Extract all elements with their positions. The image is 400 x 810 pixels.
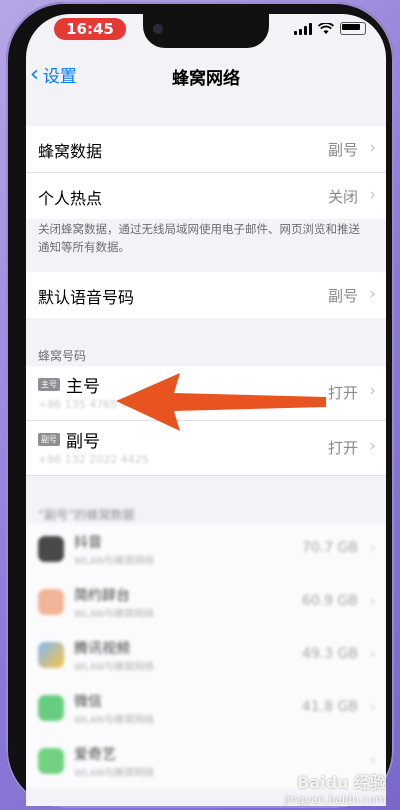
row-personal-hotspot[interactable]: 个人热点 关闭 › — [26, 173, 386, 219]
app-name: 爱奇艺 — [74, 747, 116, 763]
battery-icon — [340, 22, 366, 35]
row-label: 默认语音号码 — [38, 288, 135, 307]
nav-bar: ‹ 设置 蜂窝网络 — [26, 52, 386, 96]
app-subtitle: WLAN与蜂窝网络 — [74, 556, 155, 567]
annotation-arrow-icon — [116, 373, 326, 431]
chevron-right-icon: › — [369, 381, 376, 401]
sim-badge: 主号 — [38, 378, 60, 391]
signal-icon — [294, 22, 312, 35]
chevron-right-icon: › — [369, 436, 376, 456]
app-row[interactable]: 微信 WLAN与蜂窝网络 41.8 GB › — [26, 683, 386, 736]
app-usage: 70.7 GB — [301, 540, 358, 556]
chevron-right-icon: › — [369, 185, 376, 205]
chevron-right-icon: › — [369, 138, 376, 158]
app-icon — [38, 748, 64, 774]
sims-header: 蜂窝号码 — [38, 349, 87, 363]
wifi-icon — [318, 22, 334, 34]
app-row[interactable]: 腾讯视频 WLAN与蜂窝网络 49.3 GB › — [26, 630, 386, 683]
row-default-voice[interactable]: 默认语音号码 副号 › — [26, 272, 386, 318]
app-usage: 60.9 GB — [301, 593, 358, 609]
app-name: 微信 — [74, 694, 102, 710]
row-label: 个人热点 — [38, 189, 103, 208]
app-icon — [38, 536, 64, 562]
app-name: 简约辞台 — [74, 588, 130, 604]
row-value: 副号 — [327, 287, 358, 305]
chevron-right-icon: › — [369, 538, 376, 557]
notch — [143, 14, 269, 48]
sim-name: 副号 — [66, 432, 100, 452]
app-row[interactable]: 简约辞台 WLAN与蜂窝网络 60.9 GB › — [26, 577, 386, 630]
app-icon — [38, 589, 64, 615]
status-time: 16:45 — [54, 18, 126, 40]
app-name: 腾讯视频 — [74, 641, 130, 657]
app-usage: 49.3 GB — [301, 646, 358, 662]
app-icon — [38, 695, 64, 721]
row-value: 副号 — [327, 141, 358, 159]
app-subtitle: WLAN与蜂窝网络 — [74, 609, 155, 620]
apps-group: 抖音 WLAN与蜂窝网络 70.7 GB › 简约辞台 WLAN与蜂窝网络 60… — [26, 524, 386, 789]
chevron-right-icon: › — [369, 697, 376, 716]
app-usage: 41.8 GB — [301, 699, 358, 715]
app-name: 抖音 — [74, 535, 102, 551]
sim-number: +86 132 2022 4425 — [38, 453, 149, 466]
cellular-note: 关闭蜂窝数据，通过无线局域网使用电子邮件、网页浏览和推送通知等所有数据。 — [38, 222, 360, 254]
app-subtitle: WLAN与蜂窝网络 — [74, 662, 155, 673]
chevron-right-icon: › — [369, 750, 376, 769]
status-icons — [294, 22, 366, 35]
phone-frame: 16:45 ‹ 设置 蜂窝网络 蜂窝数据 副号 › 个人热点 关闭 › 关闭蜂窝… — [6, 2, 394, 808]
apps-header: “副号”的蜂窝数据 — [38, 508, 135, 522]
app-subtitle: WLAN与蜂窝网络 — [74, 768, 155, 779]
app-row[interactable]: 抖音 WLAN与蜂窝网络 70.7 GB › — [26, 524, 386, 577]
cellular-settings-group: 蜂窝数据 副号 › 个人热点 关闭 › — [26, 126, 386, 219]
camera-icon — [153, 24, 163, 34]
sim-name: 主号 — [66, 377, 100, 397]
chevron-right-icon: › — [369, 284, 376, 304]
row-value: 关闭 — [327, 188, 358, 206]
app-icon — [38, 642, 64, 668]
watermark: Baidu 经验 jingyan.baidu.com — [284, 769, 386, 806]
voice-group: 默认语音号码 副号 › — [26, 272, 386, 318]
row-cellular-data[interactable]: 蜂窝数据 副号 › — [26, 126, 386, 173]
sim-badge: 副号 — [38, 433, 60, 446]
page-title: 蜂窝网络 — [172, 69, 240, 89]
chevron-right-icon: › — [369, 644, 376, 663]
screen: 16:45 ‹ 设置 蜂窝网络 蜂窝数据 副号 › 个人热点 关闭 › 关闭蜂窝… — [26, 14, 386, 806]
row-label: 蜂窝数据 — [38, 142, 103, 161]
sim-status: 打开 — [327, 439, 358, 457]
app-subtitle: WLAN与蜂窝网络 — [74, 715, 155, 726]
watermark-url: jingyan.baidu.com — [284, 793, 386, 806]
chevron-right-icon: › — [369, 591, 376, 610]
status-bar: 16:45 — [26, 14, 386, 52]
watermark-logo: Baidu 经验 — [297, 773, 386, 792]
